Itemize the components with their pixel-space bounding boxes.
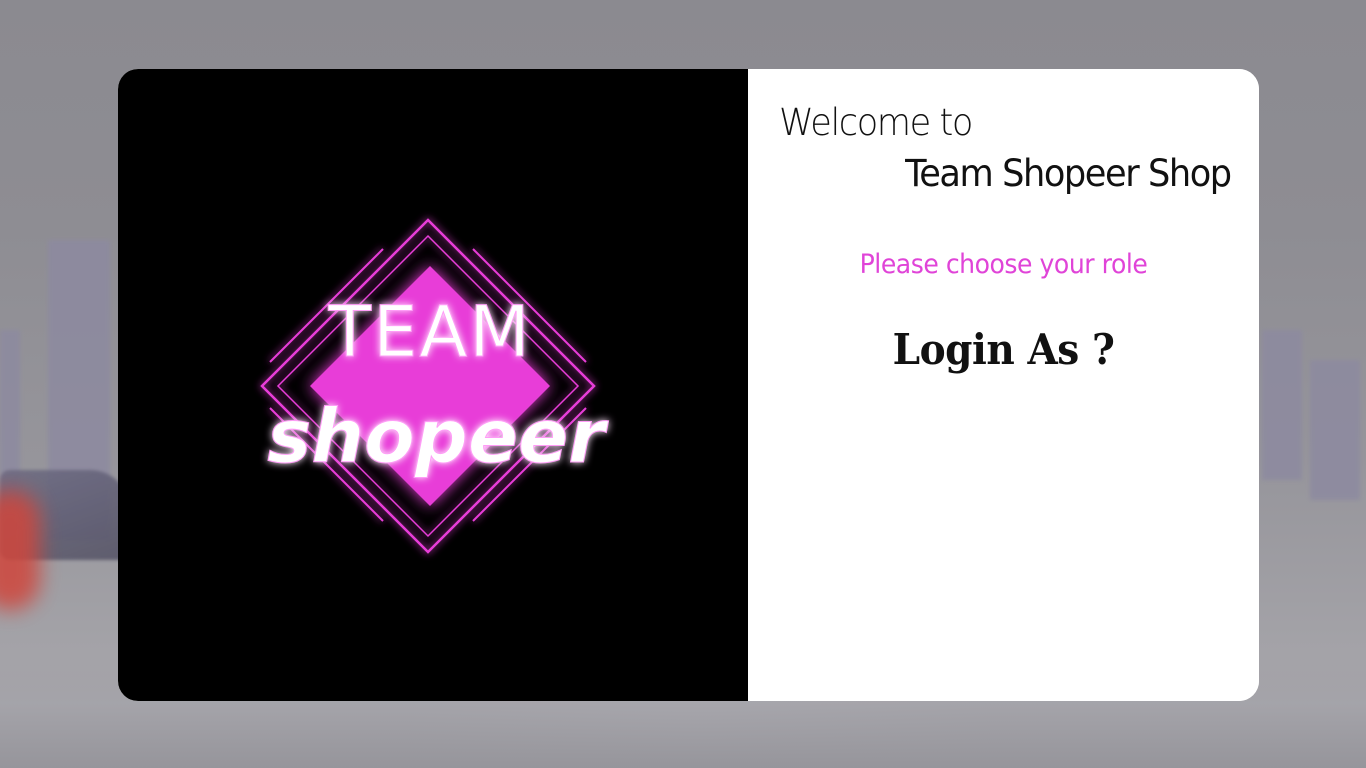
background-building bbox=[1262, 330, 1302, 480]
choose-role-prompt: Please choose your role bbox=[859, 249, 1148, 280]
background-taillight bbox=[0, 490, 40, 610]
background-building bbox=[1310, 360, 1360, 500]
welcome-title-line2: Team Shopeer Shop bbox=[905, 152, 1232, 195]
team-shopeer-logo: TEAM shopeer bbox=[260, 218, 610, 554]
welcome-title-line1: Welcome to bbox=[779, 101, 973, 144]
logo-text-top: TEAM bbox=[327, 291, 531, 373]
logo-text-bottom: shopeer bbox=[267, 394, 609, 480]
login-as-heading: Login As ? bbox=[892, 325, 1115, 374]
role-panel: Welcome to Team Shopeer Shop Please choo… bbox=[748, 69, 1259, 701]
logo-panel: TEAM shopeer bbox=[118, 69, 748, 701]
login-role-modal: TEAM shopeer Welcome to Team Shopeer Sho… bbox=[118, 69, 1259, 701]
